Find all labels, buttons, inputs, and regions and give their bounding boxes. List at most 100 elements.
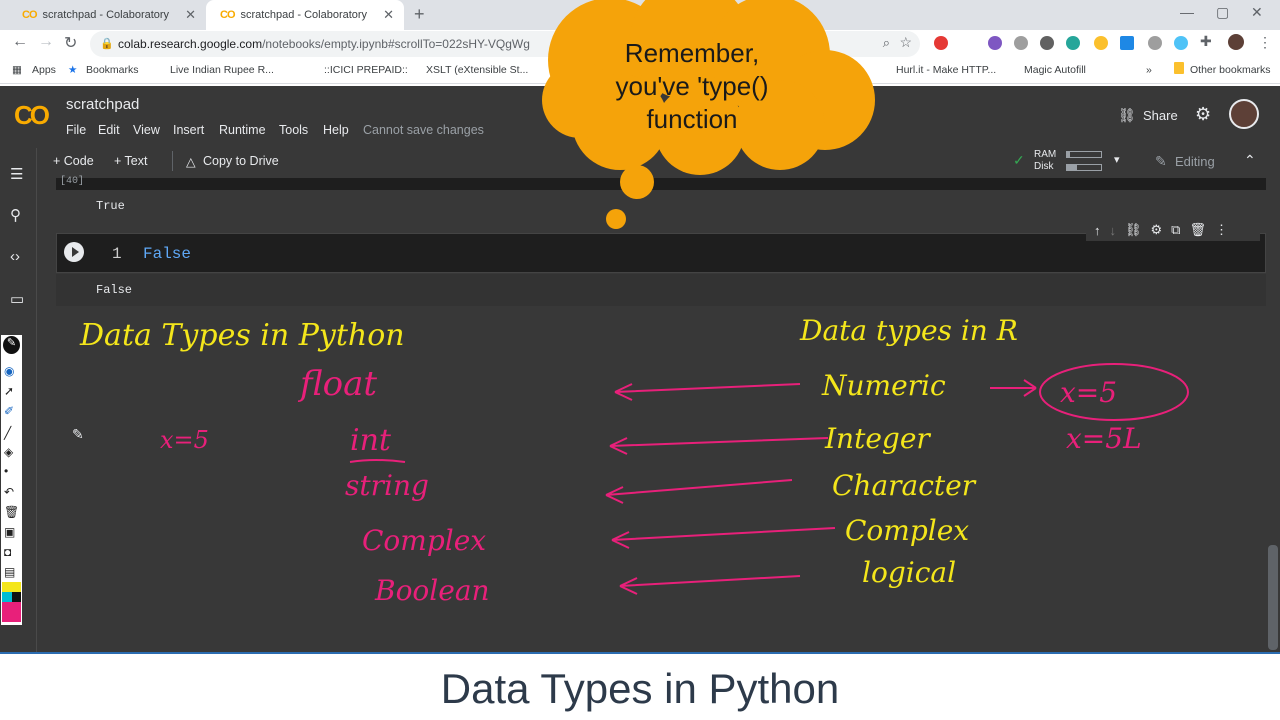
move-up-icon[interactable]: ↑ [1094,223,1101,238]
cell-actions: ↑ ↓ ⛓ ⚙ ⧉ 🗑 ⋮ [1086,219,1260,241]
folder-icon [1174,62,1184,74]
pencil-icon: ✎ [1155,153,1167,169]
divider [172,151,173,171]
copy-to-drive-button[interactable]: Copy to Drive [203,154,279,168]
apps-grid-icon[interactable]: ▦ [12,64,22,76]
extension-icon[interactable] [1040,36,1054,50]
user-avatar[interactable] [1229,99,1259,129]
extension-icon[interactable] [1174,36,1188,50]
search-icon[interactable]: ⚲ [10,206,21,224]
close-tab-icon[interactable]: ✕ [185,7,196,23]
extension-icon[interactable] [934,36,948,50]
maximize-icon[interactable]: ▢ [1216,4,1229,21]
bookmark-item[interactable]: Magic Autofill [1024,64,1086,76]
menu-file[interactable]: File [66,123,86,137]
ram-label: RAM [1034,149,1057,160]
add-code-button[interactable]: + Code [53,154,94,168]
chrome-menu-icon[interactable]: ⋮ [1258,34,1272,51]
tab-title: scratchpad - Colaboratory [42,9,170,21]
bubble-text: Remember, you've 'type() function [572,37,812,136]
back-icon[interactable]: ← [12,33,28,51]
bookmark-item[interactable]: ::ICICI PREPAID:: [324,64,408,76]
cell-output: False [96,283,133,297]
bookmark-other[interactable]: Other bookmarks [1190,64,1271,76]
notebook-title[interactable]: scratchpad [66,96,139,113]
menu-insert[interactable]: Insert [173,123,204,137]
extension-icon[interactable] [1148,36,1162,50]
add-text-button[interactable]: + Text [114,154,147,168]
zoom-icon[interactable]: ⌕ [883,35,890,51]
chevron-down-icon[interactable]: ▾ [1114,153,1120,166]
new-tab-icon[interactable]: + [414,4,425,25]
menu-tools[interactable]: Tools [279,123,308,137]
tab-title: scratchpad - Colaboratory [240,9,368,21]
share-button[interactable]: Share [1143,108,1178,123]
bookmark-apps[interactable]: Apps [32,64,56,76]
ram-bar [1066,151,1102,158]
disk-bar-fill [1067,165,1078,170]
toc-icon[interactable]: ☰ [10,165,23,183]
bubble-line: Remember, [624,38,760,68]
ink-python-type: int [350,423,392,458]
menu-help[interactable]: Help [323,123,349,137]
settings-gear-icon[interactable]: ⚙ [1195,104,1211,125]
ram-bar-fill [1067,152,1071,157]
extension-icon[interactable] [1094,36,1108,50]
browser-tab-active[interactable]: CO scratchpad - Colaboratory ✕ [206,0,404,30]
code-snippets-icon[interactable]: ‹› [10,248,20,265]
collapse-icon[interactable]: ⌃ [1244,152,1256,169]
more-icon[interactable]: ⋮ [1215,222,1228,238]
link-icon[interactable]: ⛓ [1125,222,1142,238]
save-status: Cannot save changes [363,123,484,137]
profile-avatar[interactable] [1228,34,1244,50]
ink-example: x=5L [1066,422,1142,455]
move-down-icon[interactable]: ↓ [1110,223,1117,238]
extension-icon[interactable] [1066,36,1080,50]
forward-icon[interactable]: → [38,33,54,51]
close-window-icon[interactable]: ✕ [1251,4,1263,21]
mirror-cell-icon[interactable]: ⧉ [1171,222,1180,238]
extension-icon[interactable] [1120,36,1134,50]
minimize-icon[interactable]: — [1180,4,1194,20]
menu-runtime[interactable]: Runtime [219,123,266,137]
exec-count: [40] [60,176,85,187]
ink-python-header: Data Types in Python [79,318,405,353]
menu-view[interactable]: View [133,123,160,137]
bookmarks-overflow[interactable]: » [1146,64,1152,76]
bookmark-item[interactable]: XSLT (eXtensible St... [426,64,528,76]
disk-label: Disk [1034,161,1054,172]
ink-r-type: Numeric [821,369,946,402]
ink-python-type: Boolean [374,574,490,607]
ink-example: x=5 [160,426,209,454]
bookmark-item[interactable]: Live Indian Rupee R... [170,64,274,76]
menu-edit[interactable]: Edit [98,123,120,137]
delete-icon[interactable]: 🗑 [1189,222,1206,238]
disk-bar [1066,164,1102,171]
run-cell-button[interactable] [64,242,84,262]
line-number: 1 [112,245,122,263]
ink-r-type: logical [862,556,956,589]
code-text[interactable]: False [143,245,191,263]
settings-gear-icon[interactable]: ⚙ [1151,222,1163,238]
caption-title: Data Types in Python [440,665,840,712]
puzzle-icon[interactable]: ✚ [1200,33,1212,50]
ink-r-type: Complex [845,514,969,547]
ink-r-header: Data types in R [799,314,1018,347]
bookmark-item[interactable]: Hurl.it - Make HTTP... [896,64,996,76]
ink-python-type: string [345,469,429,502]
star-icon[interactable]: ☆ [899,34,912,51]
cell-output: True [96,199,125,213]
extension-icon[interactable] [1014,36,1028,50]
editing-mode[interactable]: Editing [1175,154,1215,169]
link-icon: ⛓ [1118,107,1136,123]
colab-logo[interactable]: CO [14,100,50,131]
code-cell[interactable] [56,233,1266,273]
extension-icon[interactable] [988,36,1002,50]
reload-icon[interactable]: ↻ [64,33,77,53]
resource-labels[interactable]: RAM Disk [1034,149,1056,173]
close-tab-icon[interactable]: ✕ [383,7,394,23]
browser-tab[interactable]: CO scratchpad - Colaboratory ✕ [8,0,206,30]
ink-example: x=5 [1060,376,1117,409]
bubble-line: function [646,104,738,134]
bookmark-item[interactable]: Bookmarks [86,64,139,76]
